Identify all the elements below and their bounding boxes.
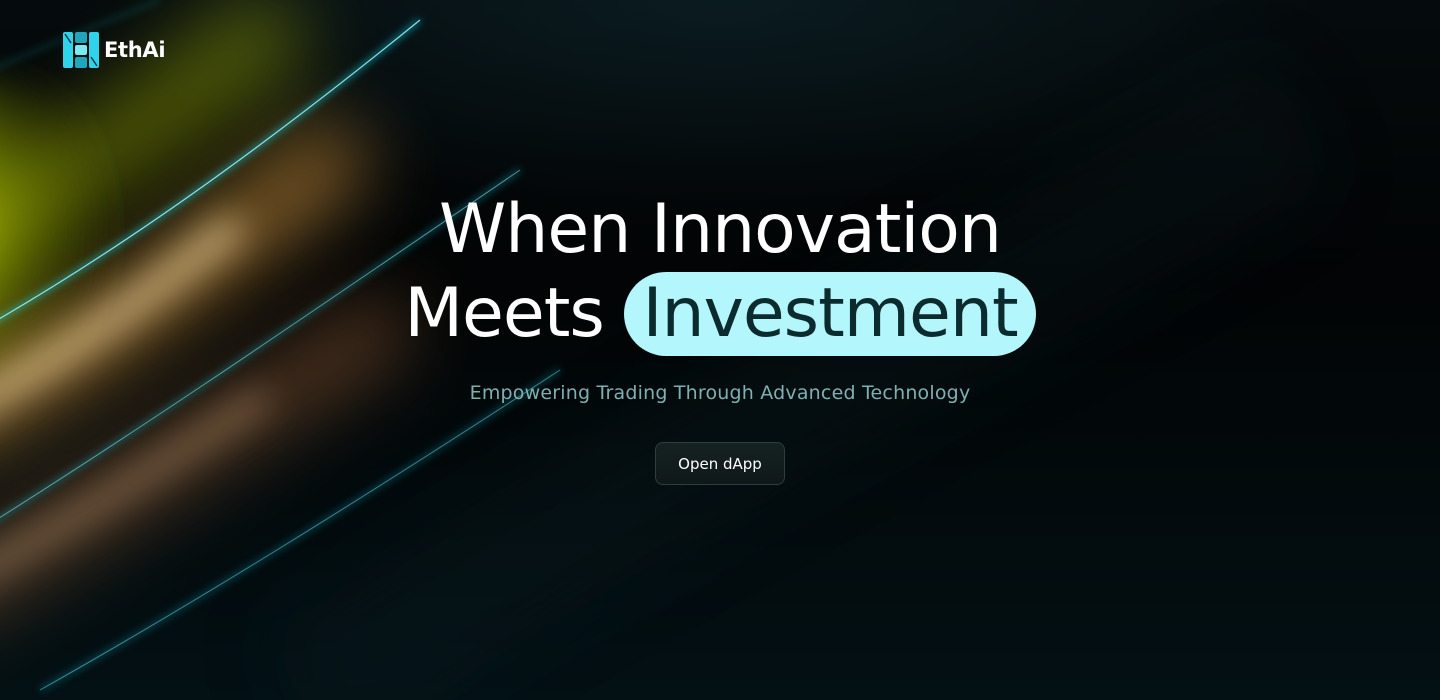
brand-name: EthAi — [104, 38, 166, 62]
ethai-logo-icon — [63, 32, 99, 68]
headline-line-1: When Innovation — [439, 190, 1002, 269]
headline-highlight: Investment — [624, 272, 1036, 356]
headline-line-2: Meets Investment — [0, 272, 1440, 356]
hero-subtitle: Empowering Trading Through Advanced Tech… — [469, 382, 971, 404]
open-dapp-button[interactable]: Open dApp — [655, 442, 785, 485]
hero-headline: When Innovation Meets Investment — [0, 188, 1440, 356]
headline-line-2-prefix: Meets — [404, 274, 604, 353]
brand-logo[interactable]: EthAi — [62, 31, 166, 69]
